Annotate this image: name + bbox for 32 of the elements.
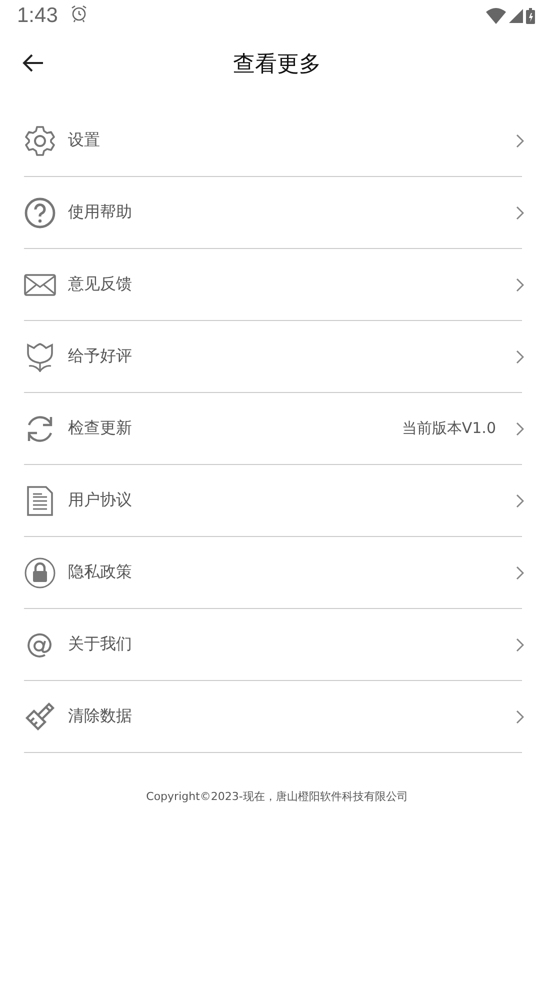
version-text: 当前版本V1.0 (402, 419, 496, 438)
padlock-icon (24, 556, 56, 588)
gear-icon (24, 124, 56, 156)
menu-item[interactable]: 隐私政策 (24, 537, 522, 609)
back-button[interactable] (22, 54, 44, 72)
chevron-icon (516, 566, 524, 580)
menu-item[interactable]: 用户协议 (24, 465, 522, 537)
chevron-icon (516, 206, 524, 220)
menu-item[interactable]: 检查更新 当前版本V1.0 (24, 393, 522, 465)
flower-icon (24, 340, 56, 372)
menu-item[interactable]: 设置 (24, 105, 522, 177)
document-icon (24, 484, 56, 516)
chevron-icon (516, 494, 524, 508)
menu-item[interactable]: 关于我们 (24, 609, 522, 681)
page-title: 查看更多 (233, 51, 321, 79)
chevron-icon (516, 638, 524, 652)
menu-item[interactable]: 清除数据 (24, 681, 522, 753)
question-icon (24, 196, 56, 228)
battery-icon (526, 8, 535, 24)
copyright-text: Copyright©2023-现在，唐山橙阳软件科技有限公司 (145, 789, 409, 804)
status-time: 1:43 (17, 4, 58, 28)
wifi-icon (486, 8, 506, 24)
chevron-icon (516, 134, 524, 148)
chevron-icon (516, 422, 524, 436)
chevron-icon (516, 710, 524, 724)
signal-icon (509, 9, 523, 23)
broom-icon (24, 700, 56, 732)
menu-item[interactable]: 意见反馈 (24, 249, 522, 321)
menu-item[interactable]: 使用帮助 (24, 177, 522, 249)
menu-item[interactable]: 给予好评 (24, 321, 522, 393)
chevron-icon (516, 350, 524, 364)
chevron-icon (516, 278, 524, 292)
